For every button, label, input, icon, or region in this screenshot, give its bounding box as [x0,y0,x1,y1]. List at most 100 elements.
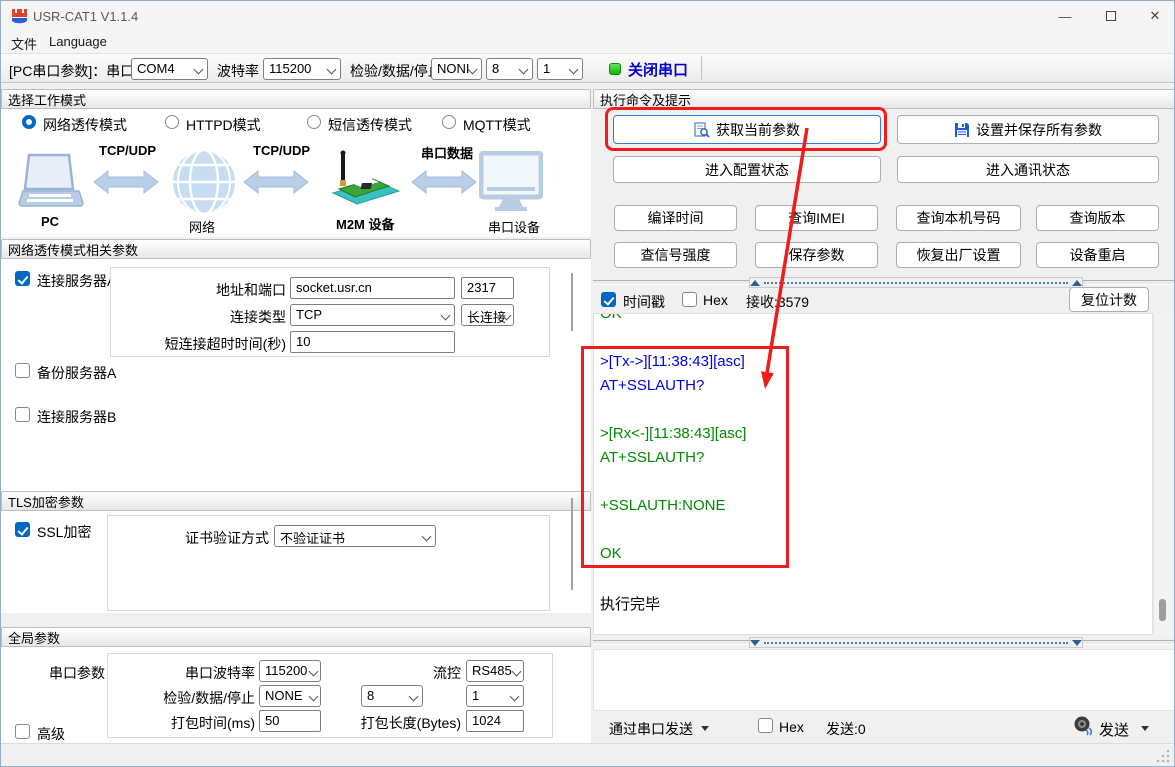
radio-httpd-label[interactable]: HTTPD模式 [186,115,261,135]
advanced-label[interactable]: 高级 [37,724,65,744]
log-scrollbar-track[interactable] [1153,313,1175,635]
radio-mqtt[interactable] [442,115,456,129]
uart-baud-select[interactable]: 115200 [259,660,321,682]
com-port-select[interactable]: COM4 [131,58,208,80]
query-imei-button[interactable]: 查询IMEI [755,205,878,231]
server-addr-input[interactable]: socket.usr.cn [290,277,455,299]
dropdown-arrow-icon[interactable] [701,726,709,731]
send-button[interactable]: 发送 [1099,719,1129,740]
compile-time-button[interactable]: 编译时间 [614,205,737,231]
exec-title: 执行命令及提示 [600,90,691,109]
radio-sms-transparent[interactable] [307,115,321,129]
radio-httpd[interactable] [165,115,179,129]
diagram-network-label: 网络 [189,217,215,236]
ssl-label[interactable]: SSL加密 [37,522,91,542]
ssl-checkbox[interactable] [15,522,30,537]
radio-sms-transparent-label[interactable]: 短信透传模式 [328,115,412,135]
baud-select[interactable]: 115200 [263,58,341,80]
chevron-down-icon [510,692,520,702]
uart-parity-select[interactable]: NONE [259,685,321,707]
resize-grip-icon[interactable] [1156,749,1170,763]
query-signal-label: 查信号强度 [641,245,711,265]
pack-len-input[interactable]: 1024 [466,710,524,732]
query-version-button[interactable]: 查询版本 [1036,205,1159,231]
collapse-up-icon [1072,280,1082,286]
backup-server-a-checkbox[interactable] [15,363,30,378]
set-save-all-params-button[interactable]: 设置并保存所有参数 [897,115,1159,144]
recv-hex-checkbox[interactable] [682,292,697,307]
left-panel-scrollbar[interactable] [571,498,573,590]
device-restart-button[interactable]: 设备重启 [1036,242,1159,268]
maximize-button[interactable] [1089,1,1133,31]
uart-databits-value: 8 [367,688,374,703]
close-button[interactable]: ✕ [1133,1,1175,31]
app-window: USR-CAT1 V1.1.4 — ✕ 文件 Language [PC串口参数]… [0,0,1175,767]
enter-config-state-label: 进入配置状态 [705,160,789,180]
query-signal-button[interactable]: 查信号强度 [614,242,737,268]
factory-reset-button[interactable]: 恢复出厂设置 [896,242,1021,268]
save-params-button[interactable]: 保存参数 [755,242,878,268]
menu-file[interactable]: 文件 [11,34,37,53]
conn-keep-select[interactable]: 长连接 [461,304,514,326]
databits-select[interactable]: 8 [486,58,533,80]
close-port-button[interactable]: 关闭串口 [628,59,688,80]
radio-net-transparent[interactable] [22,115,36,129]
server-b-label[interactable]: 连接服务器B [37,407,116,427]
backup-server-a-label[interactable]: 备份服务器A [37,363,116,383]
server-b-checkbox[interactable] [15,407,30,422]
get-current-params-button[interactable]: 获取当前参数 [613,115,881,144]
short-timeout-input[interactable]: 10 [290,331,455,353]
server-port-input[interactable]: 2317 [461,277,514,299]
log-line: >[Tx->][11:38:43][asc] [600,353,1152,377]
enter-comm-state-button[interactable]: 进入通讯状态 [897,156,1159,183]
splitter-dots [764,282,1068,284]
log-scrollbar-thumb[interactable] [1159,599,1166,621]
search-document-icon [694,122,710,138]
diagram-pc-label: PC [41,214,59,229]
parity-select[interactable]: NONI [431,58,482,80]
cert-verify-label: 证书验证方式 [171,528,269,548]
conn-type-select[interactable]: TCP [290,304,455,326]
compile-time-label: 编译时间 [648,208,704,228]
send-via-serial-dropdown[interactable]: 通过串口发送 [609,719,693,739]
send-dropdown-arrow-icon[interactable] [1141,726,1149,731]
log-splitter-handle[interactable] [749,277,1083,288]
chevron-down-icon [519,65,529,75]
recv-hex-label[interactable]: Hex [703,292,728,308]
log-line: 执行完毕 [600,593,1152,617]
send-hex-checkbox[interactable] [758,718,773,733]
section-global-header: 全局参数 [1,627,591,647]
radio-net-transparent-label[interactable]: 网络透传模式 [43,115,127,135]
uart-databits-select[interactable]: 8 [361,685,423,707]
stopbits-select[interactable]: 1 [537,58,583,80]
reset-counter-button[interactable]: 复位计数 [1069,287,1149,312]
radio-mqtt-label[interactable]: MQTT模式 [463,115,531,135]
advanced-checkbox[interactable] [15,724,30,739]
query-phone-number-label: 查询本机号码 [917,208,1001,228]
cert-verify-select[interactable]: 不验证证书 [274,525,436,547]
send-input-area[interactable] [593,649,1175,711]
minimize-button[interactable]: — [1043,1,1087,31]
query-phone-number-button[interactable]: 查询本机号码 [896,205,1021,231]
server-a-label[interactable]: 连接服务器A [37,271,116,291]
left-panel-scrollbar[interactable] [571,273,573,331]
server-a-checkbox[interactable] [15,271,30,286]
uart-stopbits-select[interactable]: 1 [466,685,524,707]
timestamp-checkbox[interactable] [601,292,616,307]
baud-value: 115200 [269,61,311,76]
sent-count: 发送:0 [826,719,866,739]
log-line: +SSLAUTH:NONE [600,497,1152,521]
log-output-area[interactable]: OK >[Tx->][11:38:43][asc] AT+SSLAUTH? >[… [593,313,1153,635]
recv-count: 接收:3579 [746,292,809,312]
timestamp-label[interactable]: 时间戳 [623,292,665,312]
enter-config-state-button[interactable]: 进入配置状态 [613,156,881,183]
section-net-params-header: 网络透传模式相关参数 [1,239,591,259]
flow-select[interactable]: RS485 [466,660,524,682]
send-hex-label[interactable]: Hex [779,719,804,735]
send-splitter-handle[interactable] [749,637,1083,648]
send-speaker-icon[interactable] [1073,714,1095,736]
cert-verify-value: 不验证证书 [280,531,345,546]
menu-language[interactable]: Language [49,34,107,49]
pack-time-input[interactable]: 50 [259,710,321,732]
section-tls-header: TLS加密参数 [1,491,591,511]
